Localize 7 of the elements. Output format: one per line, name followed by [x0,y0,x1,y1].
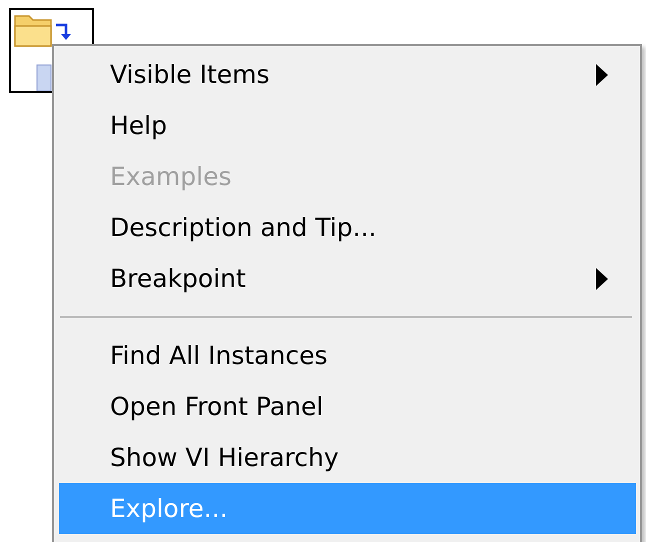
menu-item[interactable]: Breakpoint [59,253,636,304]
menu-item[interactable]: Visible Items [59,49,636,100]
menu-item[interactable]: Show VI Hierarchy [59,432,636,483]
menu-item[interactable]: Open Front Panel [59,381,636,432]
menu-item[interactable]: Help [59,100,636,151]
menu-item[interactable]: Description and Tip... [59,202,636,253]
menu-item[interactable]: Find All Instances [59,330,636,381]
